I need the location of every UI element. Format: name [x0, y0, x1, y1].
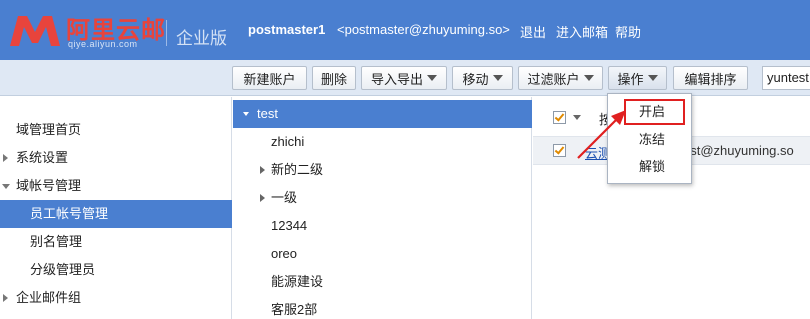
org-node-energy[interactable]: 能源建设: [233, 268, 532, 296]
menu-item-unlock[interactable]: 解锁: [608, 154, 691, 180]
org-node-label: 一级: [271, 190, 298, 205]
sidebar-item-alias[interactable]: 别名管理: [0, 228, 232, 256]
new-account-button[interactable]: 新建账户: [232, 66, 307, 90]
sidebar-item-label: 域管理首页: [16, 122, 82, 137]
search-input[interactable]: yuntest: [762, 66, 810, 90]
header-divider: [166, 20, 167, 46]
sidebar-item-label: 域帐号管理: [16, 178, 82, 193]
menu-item-label: 解锁: [639, 159, 666, 174]
org-node-label: zhichi: [271, 134, 305, 149]
sidebar-item-system-settings[interactable]: 系统设置: [0, 144, 232, 172]
filter-accounts-button[interactable]: 过滤账户: [518, 66, 603, 90]
sidebar-item-sub-admins[interactable]: 分级管理员: [0, 256, 232, 284]
new-account-label: 新建账户: [243, 71, 296, 87]
org-node-oreo[interactable]: oreo: [233, 240, 532, 268]
org-node-label: 新的二级: [271, 162, 324, 177]
chevron-right-icon: [260, 194, 265, 202]
move-button[interactable]: 移动: [452, 66, 513, 90]
help-link[interactable]: 帮助: [615, 22, 641, 41]
sidebar-item-mail-groups[interactable]: 企业邮件组: [0, 284, 232, 312]
check-icon: [554, 144, 565, 155]
sidebar-item-domain-home[interactable]: 域管理首页: [0, 116, 232, 144]
org-node-12344[interactable]: 12344: [233, 212, 532, 240]
org-node-test[interactable]: test: [233, 100, 532, 128]
sidebar-item-domain-accounts[interactable]: 域帐号管理: [0, 172, 232, 200]
enter-mailbox-link[interactable]: 进入邮箱: [556, 22, 608, 41]
sidebar-item-label: 分级管理员: [30, 262, 96, 277]
user-email: <postmaster@zhuyuming.so>: [337, 22, 510, 37]
brand-m-icon: [10, 16, 60, 46]
sidebar-item-label: 员工帐号管理: [30, 206, 109, 221]
logout-link[interactable]: 退出: [520, 22, 546, 41]
operations-dropdown: 开启 冻结 解锁: [607, 93, 692, 184]
import-export-button[interactable]: 导入导出: [361, 66, 447, 90]
chevron-down-icon: [647, 75, 658, 81]
chevron-down-icon: [492, 75, 503, 81]
chevron-right-icon: [3, 294, 8, 302]
org-node-label: oreo: [271, 246, 298, 261]
logo: 阿里云邮 qiye.aliyun.com: [8, 8, 168, 52]
chevron-down-icon[interactable]: [573, 115, 581, 120]
row-checkbox[interactable]: [553, 144, 566, 157]
edition-label: 企业版: [176, 29, 227, 48]
chevron-down-icon: [583, 75, 594, 81]
org-node-label: test: [257, 106, 278, 121]
chevron-down-icon: [427, 75, 437, 81]
menu-item-freeze[interactable]: 冻结: [608, 127, 691, 153]
filter-accounts-label: 过滤账户: [527, 71, 580, 87]
org-node-label: 客服2部: [271, 302, 318, 317]
org-node-second-level[interactable]: 新的二级: [233, 156, 532, 184]
chevron-right-icon: [260, 166, 265, 174]
chevron-down-icon: [2, 184, 10, 189]
edit-sort-label: 编辑排序: [684, 71, 737, 87]
menu-item-label: 冻结: [639, 132, 666, 147]
edit-sort-button[interactable]: 编辑排序: [673, 66, 748, 90]
left-sidebar: 域管理首页 系统设置 域帐号管理 员工帐号管理 别名管理 分级管理员 企业邮件组: [0, 97, 232, 319]
app-header: 阿里云邮 qiye.aliyun.com 企业版 postmaster1 <po…: [0, 0, 810, 60]
highlight-box: [624, 99, 685, 125]
select-all-checkbox[interactable]: [553, 111, 566, 124]
operations-button[interactable]: 操作: [608, 66, 667, 90]
sidebar-item-label: 企业邮件组: [16, 290, 82, 305]
operations-label: 操作: [617, 71, 644, 87]
org-node-service2[interactable]: 客服2部: [233, 296, 532, 319]
org-node-zhichi[interactable]: zhichi: [233, 128, 532, 156]
sidebar-item-label: 系统设置: [16, 150, 69, 165]
user-name: postmaster1: [248, 22, 326, 37]
chevron-right-icon: [3, 154, 8, 162]
check-icon: [554, 111, 565, 122]
delete-button[interactable]: 删除: [312, 66, 356, 90]
move-label: 移动: [462, 71, 489, 87]
org-tree: test zhichi 新的二级 一级 12344 oreo 能源建设 客服2部: [233, 97, 532, 319]
chevron-down-icon: [243, 112, 249, 116]
account-email: est@zhuyuming.so: [683, 143, 794, 158]
sidebar-item-label: 别名管理: [30, 234, 83, 249]
org-node-label: 能源建设: [271, 274, 324, 289]
import-export-label: 导入导出: [370, 71, 423, 87]
org-node-first-level[interactable]: 一级: [233, 184, 532, 212]
sidebar-item-employee-accounts[interactable]: 员工帐号管理: [0, 200, 232, 228]
toolbar: 新建账户 删除 导入导出 移动 过滤账户 操作 编辑排序 yuntest: [0, 60, 810, 96]
org-node-label: 12344: [271, 218, 308, 233]
brand-url: qiye.aliyun.com: [68, 39, 138, 49]
delete-label: 删除: [320, 71, 347, 87]
